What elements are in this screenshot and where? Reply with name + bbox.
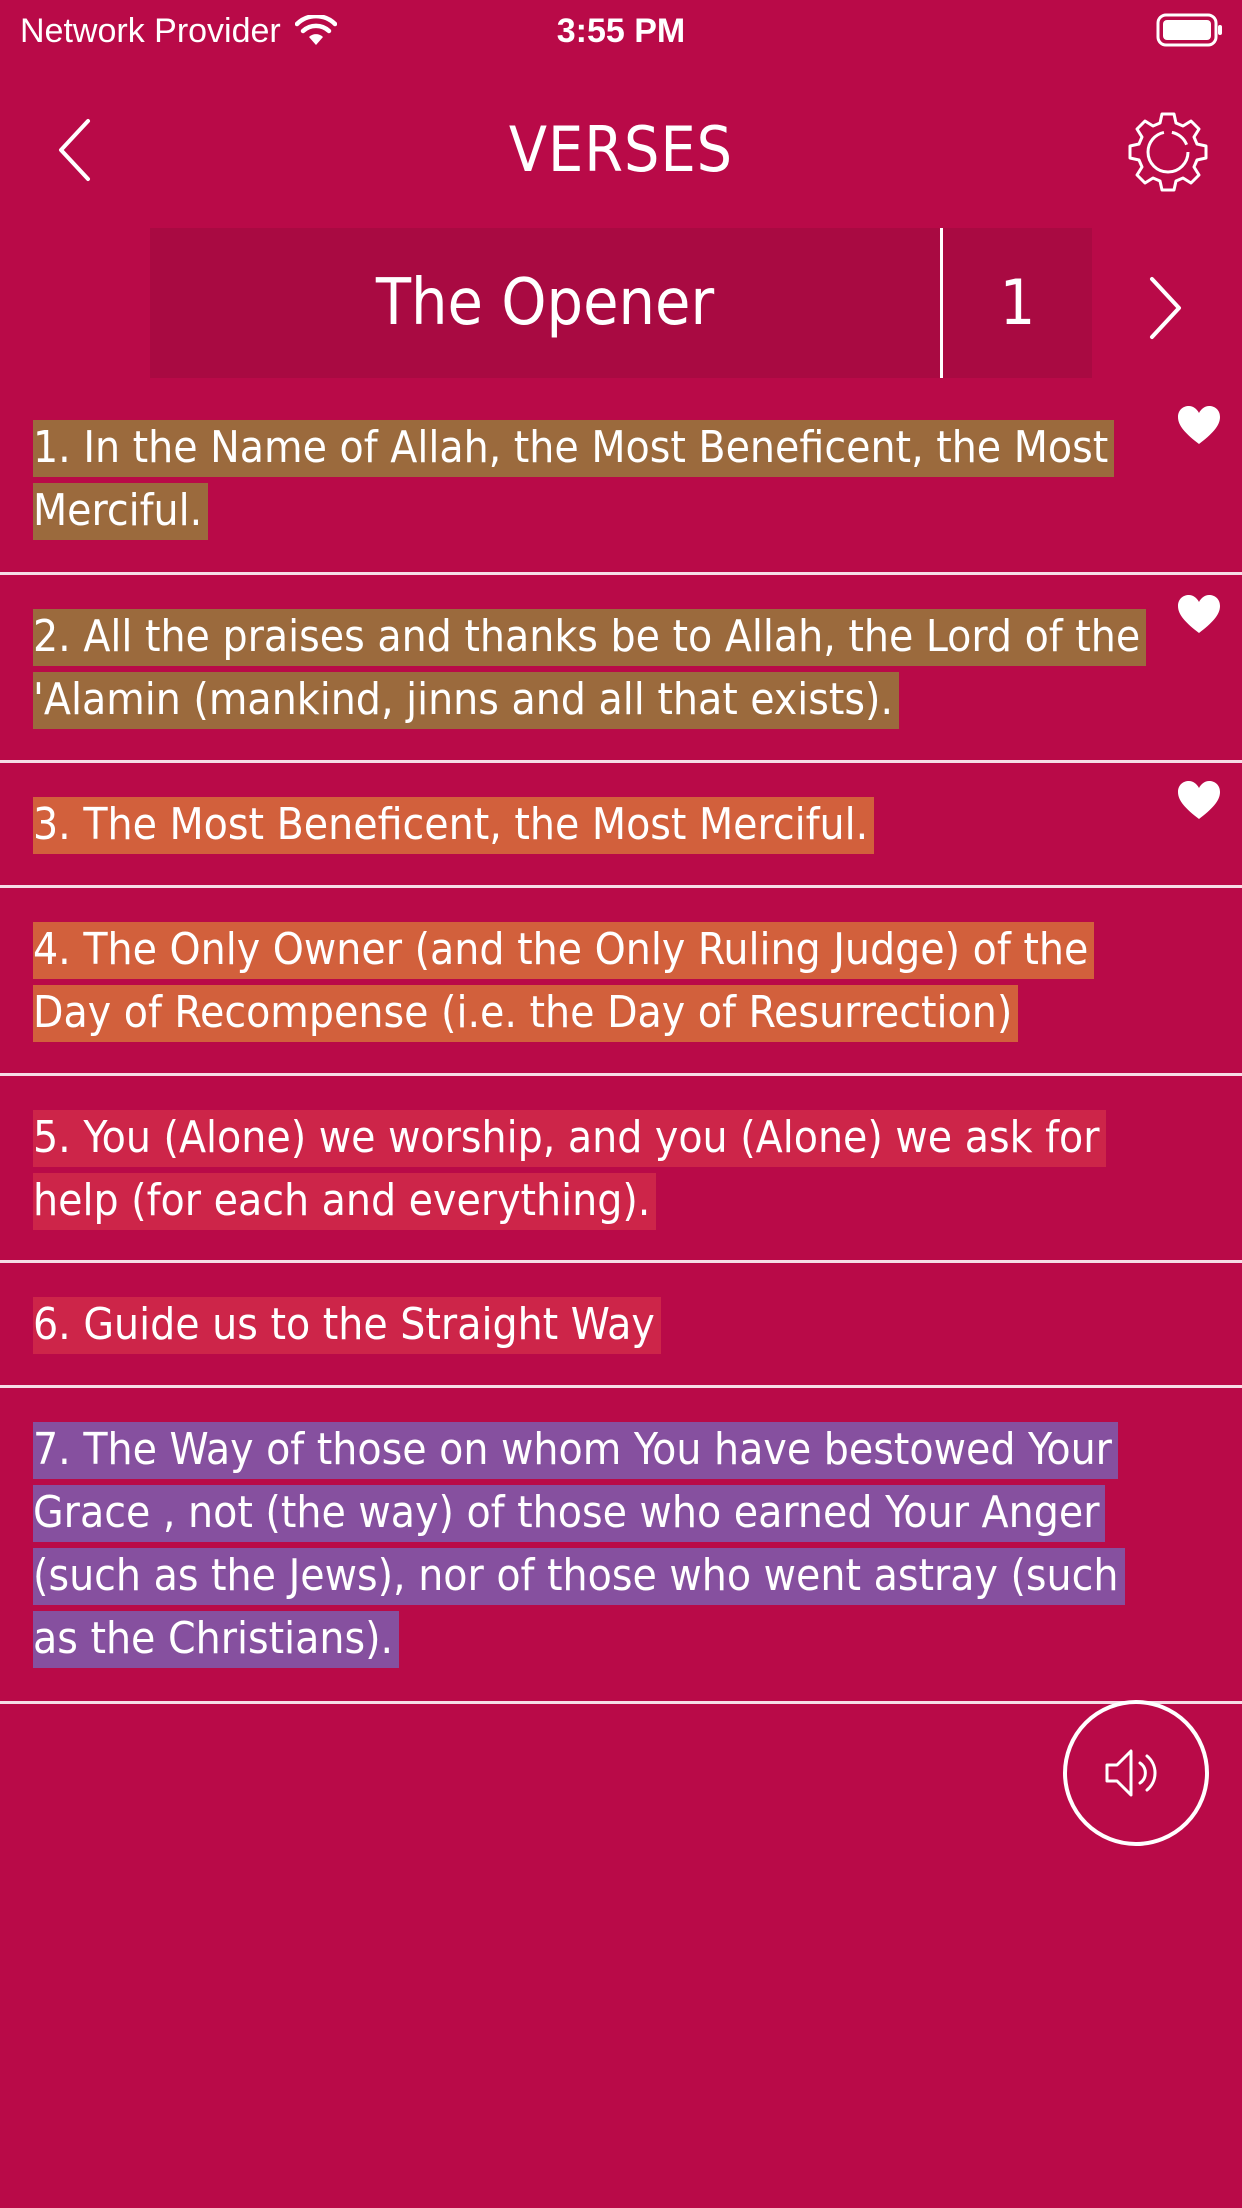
nav-bar: VERSES bbox=[0, 100, 1242, 200]
verse-text-2: 2. All the praises and thanks be to Alla… bbox=[33, 609, 1147, 729]
verse-row-1[interactable]: 1. In the Name of Allah, the Most Benefi… bbox=[0, 378, 1242, 575]
gear-icon[interactable] bbox=[1128, 112, 1208, 192]
surah-number[interactable]: 1 bbox=[943, 228, 1092, 378]
surah-name[interactable]: The Opener bbox=[150, 228, 940, 378]
verse-text-6: 6. Guide us to the Straight Way bbox=[33, 1297, 661, 1354]
status-bar: Network Provider 3:55 PM bbox=[0, 0, 1242, 62]
verse-text-4: 4. The Only Owner (and the Only Ruling J… bbox=[33, 922, 1095, 1042]
chevron-right-icon bbox=[1150, 277, 1181, 339]
verse-text-5: 5. You (Alone) we worship, and you (Alon… bbox=[33, 1110, 1106, 1230]
verse-text-3: 3. The Most Beneficent, the Most Mercifu… bbox=[33, 797, 875, 854]
surah-selector[interactable]: The Opener 1 bbox=[150, 228, 1092, 378]
heart-icon[interactable] bbox=[1176, 779, 1222, 821]
verse-row-2[interactable]: 2. All the praises and thanks be to Alla… bbox=[0, 575, 1242, 763]
verse-row-4[interactable]: 4. The Only Owner (and the Only Ruling J… bbox=[0, 888, 1242, 1076]
verse-text-1: 1. In the Name of Allah, the Most Benefi… bbox=[33, 420, 1115, 540]
audio-button[interactable] bbox=[1063, 1700, 1209, 1846]
status-time: 3:55 PM bbox=[556, 12, 686, 50]
next-surah-button[interactable] bbox=[1140, 270, 1192, 346]
verse-row-5[interactable]: 5. You (Alone) we worship, and you (Alon… bbox=[0, 1076, 1242, 1263]
verse-row-7[interactable]: 7. The Way of those on whom You have bes… bbox=[0, 1388, 1242, 1704]
verse-row-6[interactable]: 6. Guide us to the Straight Way bbox=[0, 1263, 1242, 1388]
verse-row-3[interactable]: 3. The Most Beneficent, the Most Mercifu… bbox=[0, 763, 1242, 888]
verse-text-7: 7. The Way of those on whom You have bes… bbox=[33, 1422, 1125, 1668]
page-title: VERSES bbox=[508, 113, 734, 186]
heart-icon[interactable] bbox=[1176, 593, 1222, 635]
battery-icon bbox=[1156, 13, 1222, 47]
heart-icon[interactable] bbox=[1176, 404, 1222, 446]
speaker-icon bbox=[1105, 1749, 1157, 1797]
